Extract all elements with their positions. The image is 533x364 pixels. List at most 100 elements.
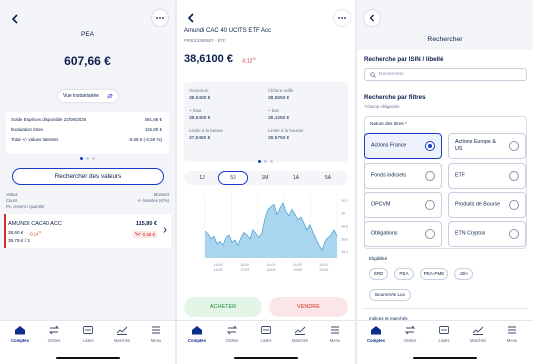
stat-label: Clôture veille (268, 88, 294, 93)
tab-label: Ordres (225, 338, 239, 343)
search-input[interactable]: Rechercher (364, 68, 527, 81)
orders-icon (226, 325, 238, 335)
chart-y-tick: 39 (341, 212, 345, 216)
option-fonds-indiciels[interactable]: Fonds indiciels (364, 163, 442, 189)
summary-value: 491,86 € (144, 117, 162, 122)
stat-label: Limite à la baisse (189, 128, 223, 133)
buy-button[interactable]: ACHETER (184, 297, 262, 317)
stat-label: + haut (189, 108, 202, 113)
chart-x-tick-date: 22/09 (319, 268, 328, 272)
range-5j[interactable]: 5J (218, 171, 248, 185)
stat-value: 37,6450 € (189, 136, 211, 141)
back-icon[interactable] (8, 12, 22, 26)
tab-listes[interactable]: Listes (427, 325, 461, 343)
more-options-icon[interactable] (152, 10, 168, 26)
tab-listes[interactable]: Listes (249, 325, 283, 343)
chip-srd[interactable]: SRD (369, 268, 388, 280)
position-change-unit: % (38, 230, 42, 234)
back-icon[interactable] (184, 11, 198, 25)
stat-label: + bas (268, 108, 279, 113)
required-note: *Champ obligatoire (364, 104, 400, 109)
tab-label: Menu (506, 338, 518, 343)
tab-listes[interactable]: Listes (71, 325, 105, 343)
tab-marches[interactable]: Marchés (461, 325, 495, 343)
chip-boursovie-lux[interactable]: BoursoVie Lux (369, 289, 411, 301)
position-amount: 115,80 € (135, 221, 157, 227)
search-icon (370, 72, 376, 78)
more-options-icon[interactable] (334, 10, 350, 26)
trend-down-icon (134, 231, 141, 236)
range-1m[interactable]: 1M (251, 171, 279, 185)
tab-ordres[interactable]: Ordres (215, 325, 249, 343)
chart-x-tick-date: 19/09 (293, 268, 302, 272)
option-opcvm[interactable]: OPCVM (364, 192, 442, 218)
account-total-value: 607,66 € (64, 54, 111, 68)
isin-heading: Recherche par ISIN / libellé (364, 56, 444, 63)
tab-menu[interactable]: Menu (495, 325, 529, 343)
tab-menu[interactable]: Menu (318, 325, 352, 343)
search-screen: Rechercher Recherche par ISIN / libellé … (357, 0, 533, 364)
tab-label: Ordres (47, 338, 61, 343)
stat-value: 39,5750 € (268, 136, 290, 141)
list-header-right: Montant +/- latentes (€/%) (137, 192, 169, 204)
bottom-tab-bar: Comptes Ordres Listes Marchés Menu (0, 320, 175, 364)
price-chart[interactable]: 39.23938.838.638.416:0016/0916:0017/0916… (177, 190, 355, 282)
option-obligations[interactable]: Obligations (364, 221, 442, 247)
tab-marches[interactable]: Marchés (283, 325, 317, 343)
tab-ordres[interactable]: Ordres (393, 325, 427, 343)
tab-label: Marchés (113, 338, 131, 343)
tab-label: Listes (82, 338, 94, 343)
summary-label: Total +/- values latentes (11, 137, 59, 142)
option-actions-france[interactable]: Actions France (364, 133, 442, 159)
tab-comptes[interactable]: Comptes (359, 325, 393, 343)
option-etn-cryptos[interactable]: ETN Cryptos (448, 221, 526, 247)
tab-label: Comptes (188, 338, 206, 343)
position-name: AMUNDI CAC40 ACC (8, 221, 62, 227)
bottom-tab-bar: Comptes Ordres Listes Marchés Menu (357, 320, 533, 364)
stat-value: 38,6550 € (268, 96, 290, 101)
list-header-latent: +/- latentes (€/%) (136, 198, 169, 203)
markets-icon (472, 326, 484, 335)
summary-value: -0,58 € (-0,50 %) (128, 137, 162, 142)
tab-label: Listes (260, 338, 272, 343)
option-label: ETN Cryptos (455, 230, 486, 237)
option-produits-de-bourse[interactable]: Produits de Bourse (448, 192, 526, 218)
chart-x-tick-date: 17/09 (240, 268, 249, 272)
position-row[interactable]: AMUNDI CAC40 ACC 115,80 € 38,60 € -0,14%… (4, 214, 171, 248)
tab-label: Menu (329, 338, 341, 343)
option-actions-europe-us[interactable]: Actions Europe & US (448, 133, 526, 159)
view-toggle-button[interactable]: Vue instantanée (58, 90, 118, 102)
list-icon (439, 326, 449, 334)
position-latent-badge: -0,58 € (133, 231, 157, 238)
stat-value: 38,4250 € (268, 116, 290, 121)
position-price: 38,60 € (8, 230, 24, 235)
chip-pea[interactable]: PEA (394, 268, 414, 280)
list-icon (83, 326, 93, 334)
tab-menu[interactable]: Menu (139, 325, 173, 343)
range-1a[interactable]: 1A (282, 171, 310, 185)
summary-label: Évaluation titres (11, 127, 44, 132)
tab-marches[interactable]: Marchés (105, 325, 139, 343)
tab-ordres[interactable]: Ordres (37, 325, 71, 343)
chip-pea-pme[interactable]: PEA-PME (420, 268, 448, 280)
tab-label: Comptes (367, 338, 385, 343)
instrument-name: Amundi CAC 40 UCITS ETF Acc (184, 28, 272, 34)
option-label: Produits de Bourse (455, 201, 501, 208)
position-latent-value: -0,58 € (141, 232, 155, 237)
range-1j[interactable]: 1J (188, 171, 216, 185)
sell-button[interactable]: VENDRE (269, 297, 348, 317)
chip-j2h[interactable]: J2H (454, 268, 473, 280)
tab-comptes[interactable]: Comptes (3, 325, 37, 343)
tab-comptes[interactable]: Comptes (180, 325, 214, 343)
chart-y-tick: 39.2 (341, 199, 348, 203)
radio-icon (509, 229, 519, 239)
search-securities-button[interactable]: Rechercher des valeurs (12, 168, 164, 185)
back-icon[interactable] (364, 10, 380, 26)
range-5a[interactable]: 5A (314, 171, 342, 185)
option-etf[interactable]: ETF (448, 163, 526, 189)
radio-icon (425, 229, 435, 239)
summary-label: Solde Espèces disponible 22/09/2025 (11, 117, 87, 122)
home-indicator (55, 356, 120, 359)
chart-x-tick-date: 16/09 (214, 268, 223, 272)
tab-label: Menu (150, 338, 162, 343)
